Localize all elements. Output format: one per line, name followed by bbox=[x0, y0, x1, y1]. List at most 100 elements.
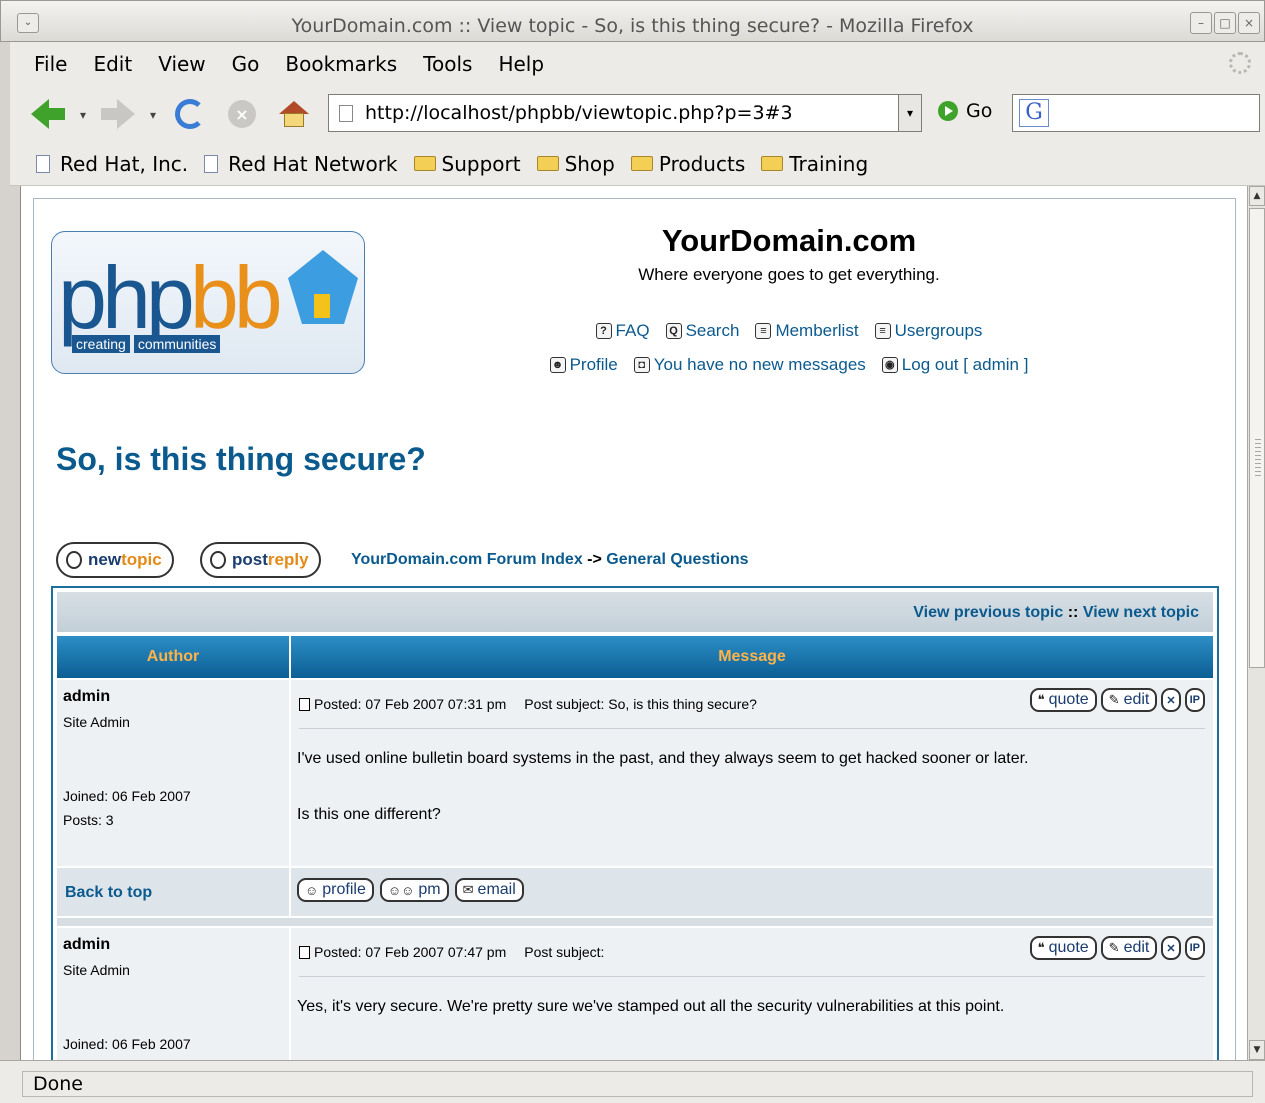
breadcrumb-separator: -> bbox=[582, 551, 607, 568]
logout-link[interactable]: ◉ Log out [ admin ] bbox=[881, 355, 1028, 375]
bookmark-label: Products bbox=[658, 151, 746, 176]
bookmark-red-hat-network[interactable]: Red Hat Network bbox=[204, 151, 398, 176]
edit-button[interactable]: ✎ edit bbox=[1100, 688, 1158, 712]
post-text-line: Is this one different? bbox=[297, 806, 441, 823]
url-text[interactable]: http://localhost/phpbb/viewtopic.php?p=3… bbox=[365, 102, 793, 124]
post-author-name: admin bbox=[63, 688, 111, 705]
bookmark-label: Shop bbox=[564, 151, 615, 176]
bookmarks-toolbar: Red Hat, Inc. Red Hat Network Support Sh… bbox=[10, 142, 1265, 186]
view-ip-button[interactable]: IP bbox=[1184, 936, 1205, 960]
navigation-toolbar: ▾ ▾ × http://localhost/phpbb/viewtopic.p… bbox=[10, 86, 1265, 142]
memberlist-link[interactable]: ≡ Memberlist bbox=[755, 321, 859, 341]
pm-icon: ☺☺ bbox=[387, 882, 415, 898]
go-button[interactable]: Go bbox=[938, 100, 992, 122]
post-reply-button[interactable]: post reply bbox=[200, 542, 321, 578]
profile-label: profile bbox=[322, 881, 366, 898]
menu-tools[interactable]: Tools bbox=[423, 52, 472, 76]
new-topic-label-a: new bbox=[88, 550, 122, 569]
post-author-name: admin bbox=[63, 936, 111, 953]
maximize-button[interactable]: □ bbox=[1214, 12, 1236, 34]
page-icon bbox=[339, 104, 353, 122]
post-author-joined: Joined: 06 Feb 2007 bbox=[63, 1036, 191, 1052]
status-text: Done bbox=[22, 1071, 1253, 1097]
forward-history-dropdown[interactable]: ▾ bbox=[150, 108, 156, 122]
post-icon[interactable] bbox=[299, 697, 310, 711]
quote-button[interactable]: ❝ quote bbox=[1029, 936, 1097, 960]
edit-button[interactable]: ✎ edit bbox=[1100, 936, 1158, 960]
url-bar[interactable]: http://localhost/phpbb/viewtopic.php?p=3… bbox=[328, 94, 902, 132]
usergroups-link[interactable]: ≡ Usergroups bbox=[874, 321, 983, 341]
search-link[interactable]: Q Search bbox=[665, 321, 740, 341]
view-previous-topic-link[interactable]: View previous topic bbox=[913, 604, 1063, 621]
breadcrumb-forum-index[interactable]: YourDomain.com Forum Index bbox=[351, 551, 583, 568]
email-button[interactable]: ✉ email bbox=[454, 878, 524, 902]
quote-icon: ❝ bbox=[1037, 692, 1045, 707]
post-author-joined: Joined: 06 Feb 2007 bbox=[63, 788, 191, 804]
bookmark-products[interactable]: Products bbox=[630, 151, 746, 176]
post-author-posts: Posts: 3 bbox=[63, 812, 114, 828]
delete-post-button[interactable]: ✕ bbox=[1161, 936, 1181, 960]
logo-tag-creating: creating bbox=[72, 335, 130, 353]
menu-bookmarks[interactable]: Bookmarks bbox=[285, 52, 397, 76]
post-author-rank: Site Admin bbox=[63, 714, 130, 730]
quote-label: quote bbox=[1048, 691, 1089, 708]
table-header: Author Message bbox=[57, 636, 1213, 678]
bookmark-training[interactable]: Training bbox=[761, 152, 868, 176]
bookmark-shop[interactable]: Shop bbox=[536, 151, 615, 176]
profile-label: Profile bbox=[569, 355, 618, 374]
minimize-button[interactable]: – bbox=[1190, 12, 1212, 34]
topic-title[interactable]: So, is this thing secure? bbox=[56, 441, 426, 478]
url-history-dropdown[interactable]: ▾ bbox=[898, 94, 922, 132]
post-message-cell: Posted: 07 Feb 2007 07:31 pm Post subjec… bbox=[291, 680, 1213, 866]
faq-link[interactable]: ? FAQ bbox=[595, 321, 650, 341]
usergroups-label: Usergroups bbox=[894, 321, 983, 340]
forward-arrow-icon bbox=[117, 99, 135, 129]
reload-button[interactable] bbox=[172, 98, 208, 130]
quote-button[interactable]: ❝ quote bbox=[1029, 688, 1097, 712]
view-next-topic-link[interactable]: View next topic bbox=[1083, 604, 1199, 621]
back-button[interactable] bbox=[28, 98, 68, 130]
scrollbar-thumb[interactable] bbox=[1249, 208, 1265, 668]
logo-word-php: php bbox=[58, 248, 195, 347]
post-reply-label-a: post bbox=[232, 550, 268, 569]
google-search-icon[interactable]: G bbox=[1019, 99, 1049, 127]
new-topic-button[interactable]: new topic bbox=[56, 542, 174, 578]
page-icon bbox=[36, 154, 50, 173]
menu-edit[interactable]: Edit bbox=[93, 52, 132, 76]
delete-post-button[interactable]: ✕ bbox=[1161, 688, 1181, 712]
stop-button[interactable]: × bbox=[224, 98, 260, 130]
memberlist-icon: ≡ bbox=[755, 323, 772, 339]
back-history-dropdown[interactable]: ▾ bbox=[80, 108, 86, 122]
vertical-scrollbar[interactable]: ▲ ▼ bbox=[1247, 186, 1265, 1060]
search-label: Search bbox=[685, 321, 740, 340]
logout-icon: ◉ bbox=[881, 357, 898, 373]
menu-file[interactable]: File bbox=[34, 52, 67, 76]
scroll-down-arrow-icon[interactable]: ▼ bbox=[1249, 1040, 1265, 1060]
bookmark-label: Support bbox=[441, 151, 521, 176]
profile-icon: ☺ bbox=[305, 882, 319, 898]
menu-view[interactable]: View bbox=[158, 52, 205, 76]
forward-button[interactable] bbox=[98, 98, 138, 130]
post-subject: Post subject: bbox=[524, 944, 605, 960]
back-to-top-link[interactable]: Back to top bbox=[65, 884, 152, 902]
search-bar[interactable]: G bbox=[1012, 94, 1260, 132]
menu-go[interactable]: Go bbox=[232, 52, 260, 76]
site-description: Where everyone goes to get everything. bbox=[638, 265, 940, 284]
view-ip-button[interactable]: IP bbox=[1184, 688, 1205, 712]
throbber-icon bbox=[1229, 52, 1251, 74]
profile-button[interactable]: ☺ profile bbox=[297, 878, 374, 902]
menu-help[interactable]: Help bbox=[498, 52, 544, 76]
scroll-up-arrow-icon[interactable]: ▲ bbox=[1249, 186, 1265, 206]
close-button[interactable]: × bbox=[1238, 12, 1260, 34]
home-button[interactable] bbox=[274, 98, 314, 130]
breadcrumb-general-questions[interactable]: General Questions bbox=[606, 551, 748, 568]
go-icon bbox=[938, 101, 958, 121]
bookmark-red-hat-inc[interactable]: Red Hat, Inc. bbox=[36, 152, 188, 176]
bookmark-support[interactable]: Support bbox=[413, 151, 521, 176]
profile-link[interactable]: ☻ Profile bbox=[549, 355, 618, 375]
phpbb-logo[interactable]: phpbb creating communities bbox=[51, 231, 365, 374]
bookmark-label: Red Hat Network bbox=[228, 151, 398, 176]
post-icon[interactable] bbox=[299, 945, 310, 959]
messages-link[interactable]: ◘ You have no new messages bbox=[633, 355, 866, 375]
pm-button[interactable]: ☺☺ pm bbox=[379, 878, 449, 902]
